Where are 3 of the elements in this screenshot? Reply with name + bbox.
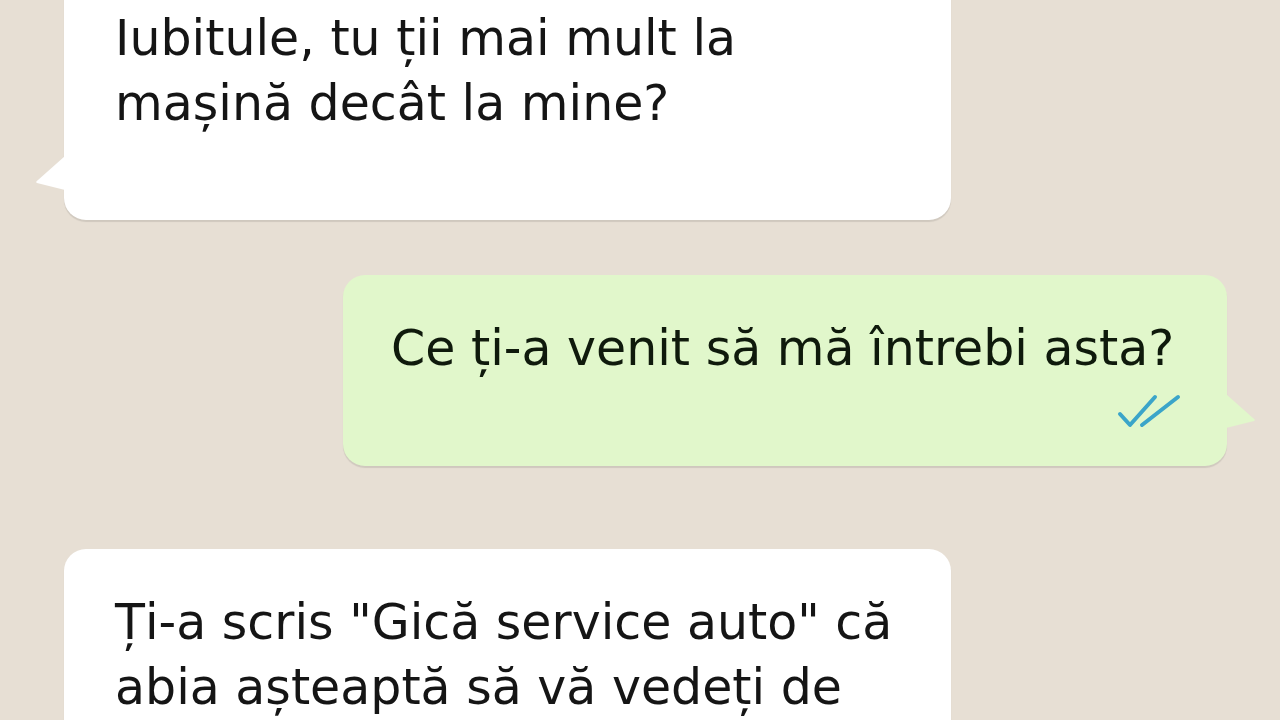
- message-text: Iubitule, tu ții mai mult la mașină decât la mine?: [115, 9, 737, 134]
- message-text: Ți-a scris "Gică service auto" că abia așteaptă să vă vedeți de: [115, 593, 893, 718]
- message-text: Ce ți-a venit să mă întrebi asta?: [391, 319, 1175, 379]
